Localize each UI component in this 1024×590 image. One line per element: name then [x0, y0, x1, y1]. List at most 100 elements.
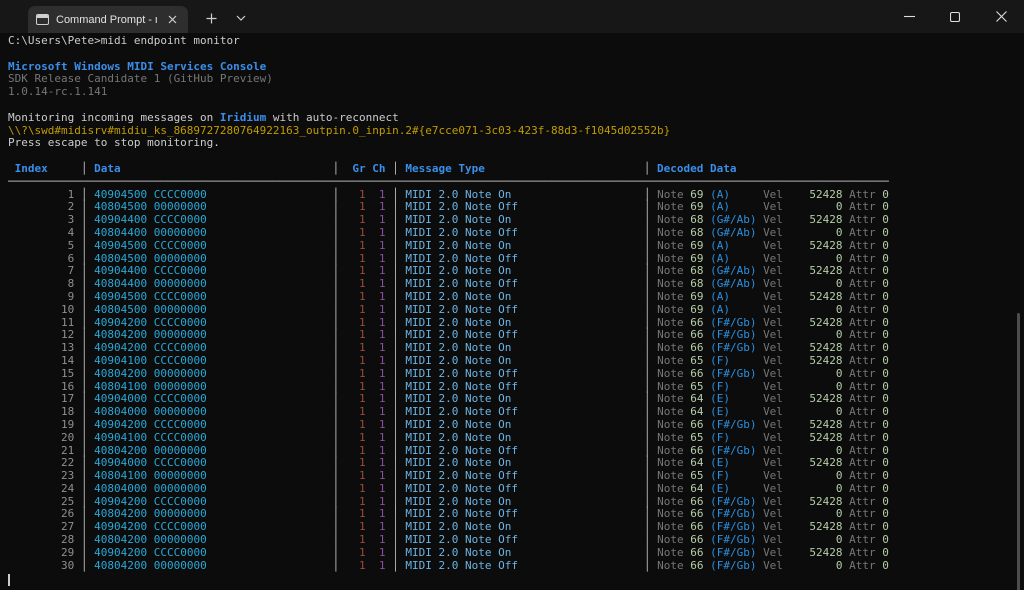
note-label: Note: [657, 520, 690, 533]
attribute-label: Attr: [843, 226, 883, 239]
column-separator: │: [333, 226, 346, 239]
velocity-value: 52428: [783, 239, 843, 252]
velocity-value: 52428: [783, 418, 843, 431]
attribute-value: 0: [882, 341, 889, 354]
tab-close-icon[interactable]: [164, 12, 180, 28]
channel-value: 1: [366, 405, 386, 418]
column-separator: │: [74, 341, 94, 354]
attribute-value: 0: [882, 546, 889, 559]
column-separator: │: [386, 303, 406, 316]
column-separator: │: [333, 546, 346, 559]
note-name: (F#/Gb): [710, 444, 763, 457]
group-value: 1: [346, 380, 366, 393]
channel-value: 1: [366, 431, 386, 444]
column-separator: │: [74, 495, 94, 508]
tab-dropdown-button[interactable]: [228, 6, 254, 30]
row-index: 27: [8, 520, 74, 533]
column-separator: │: [386, 264, 406, 277]
column-separator: │: [386, 316, 406, 329]
tab-command-prompt[interactable]: Command Prompt - midi end: [28, 6, 188, 33]
data-words: 40904100 CCCC0000: [94, 431, 332, 444]
attribute-label: Attr: [843, 188, 883, 201]
attribute-label: Attr: [843, 277, 883, 290]
group-value: 1: [346, 456, 366, 469]
row-index: 13: [8, 341, 74, 354]
attribute-value: 0: [882, 507, 889, 520]
channel-value: 1: [366, 380, 386, 393]
column-separator: │: [333, 239, 346, 252]
minimize-icon: [904, 11, 915, 22]
channel-value: 1: [366, 328, 386, 341]
message-type: MIDI 2.0 Note On: [405, 495, 643, 508]
attribute-label: Attr: [843, 431, 883, 444]
velocity-label: Vel: [763, 367, 783, 380]
column-separator: │: [333, 431, 346, 444]
velocity-value: 0: [783, 469, 843, 482]
column-separator: │: [644, 226, 657, 239]
column-separator: │: [644, 533, 657, 546]
data-words: 40904000 CCCC0000: [94, 392, 332, 405]
row-index: 30: [8, 559, 74, 572]
row-index: 16: [8, 380, 74, 393]
attribute-label: Attr: [843, 495, 883, 508]
row-index: 22: [8, 456, 74, 469]
column-separator: │: [333, 188, 346, 201]
data-words: 40804200 00000000: [94, 367, 332, 380]
column-separator: │: [333, 303, 346, 316]
column-separator: │: [386, 226, 406, 239]
attribute-value: 0: [882, 316, 889, 329]
note-name: (F#/Gb): [710, 316, 763, 329]
attribute-value: 0: [882, 226, 889, 239]
data-words: 40804000 00000000: [94, 482, 332, 495]
column-separator: │: [333, 277, 346, 290]
version-line: 1.0.14-rc.1.141: [8, 86, 1024, 99]
channel-value: 1: [366, 354, 386, 367]
note-label: Note: [657, 431, 690, 444]
column-separator: │: [333, 316, 346, 329]
group-value: 1: [346, 507, 366, 520]
attribute-value: 0: [882, 392, 889, 405]
attribute-value: 0: [882, 264, 889, 277]
note-name: (F#/Gb): [710, 328, 763, 341]
attribute-label: Attr: [843, 239, 883, 252]
velocity-value: 52428: [783, 341, 843, 354]
note-label: Note: [657, 277, 690, 290]
titlebar: Command Prompt - midi end: [0, 0, 1024, 33]
column-separator: │: [74, 520, 94, 533]
minimize-button[interactable]: [886, 0, 932, 33]
data-words: 40804200 00000000: [94, 444, 332, 457]
message-type: MIDI 2.0 Note Off: [405, 252, 643, 265]
column-separator: │: [333, 264, 346, 277]
velocity-label: Vel: [763, 431, 783, 444]
attribute-label: Attr: [843, 444, 883, 457]
note-name: (F#/Gb): [710, 520, 763, 533]
velocity-label: Vel: [763, 226, 783, 239]
group-value: 1: [346, 367, 366, 380]
attribute-label: Attr: [843, 546, 883, 559]
note-number: 69: [690, 252, 703, 265]
note-label: Note: [657, 507, 690, 520]
column-separator: │: [386, 482, 406, 495]
velocity-label: Vel: [763, 405, 783, 418]
note-label: Note: [657, 252, 690, 265]
column-separator: │: [333, 456, 346, 469]
column-separator: │: [644, 418, 657, 431]
column-separator: │: [333, 200, 346, 213]
attribute-value: 0: [882, 328, 889, 341]
new-tab-button[interactable]: [198, 6, 224, 30]
maximize-button[interactable]: [932, 0, 978, 33]
column-separator: │: [74, 533, 94, 546]
row-index: 5: [8, 239, 74, 252]
row-index: 12: [8, 328, 74, 341]
velocity-value: 52428: [783, 264, 843, 277]
velocity-value: 0: [783, 559, 843, 572]
note-number: 64: [690, 392, 703, 405]
column-separator: │: [644, 367, 657, 380]
attribute-label: Attr: [843, 252, 883, 265]
attribute-label: Attr: [843, 200, 883, 213]
column-separator: │: [333, 367, 346, 380]
close-button[interactable]: [978, 0, 1024, 33]
vertical-scrollbar[interactable]: [1017, 313, 1020, 590]
velocity-value: 0: [783, 380, 843, 393]
channel-value: 1: [366, 469, 386, 482]
